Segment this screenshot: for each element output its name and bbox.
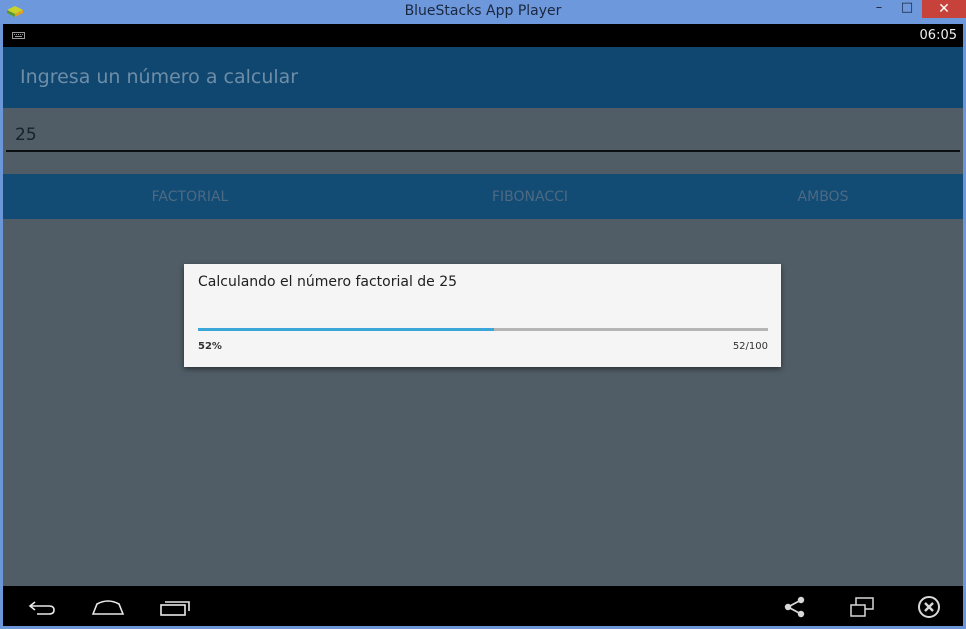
keyboard-icon	[12, 32, 25, 39]
progress-bar-fill	[198, 328, 495, 331]
factorial-button[interactable]: FACTORIAL	[3, 174, 377, 219]
android-nav-bar	[3, 586, 963, 626]
window-title: BlueStacks App Player	[404, 3, 562, 19]
window-titlebar: BlueStacks App Player – □ ✕	[0, 0, 966, 24]
android-status-bar: 06:05	[3, 24, 963, 47]
recent-apps-icon[interactable]	[159, 598, 191, 616]
number-input[interactable]	[6, 120, 960, 152]
progress-count: 52/100	[732, 341, 768, 352]
dialog-message: Calculando el número factorial de 25	[198, 274, 458, 290]
ambos-button[interactable]: AMBOS	[683, 174, 963, 219]
progress-dialog: Calculando el número factorial de 25 52%…	[184, 264, 781, 367]
back-icon[interactable]	[27, 598, 57, 616]
action-buttons-bar: FACTORIAL FIBONACCI AMBOS	[3, 174, 963, 219]
home-icon[interactable]	[91, 598, 125, 616]
fibonacci-button[interactable]: FIBONACCI	[377, 174, 683, 219]
emulator-screen: 06:05 Ingresa un número a calcular FACTO…	[3, 24, 963, 626]
close-window-button[interactable]: ✕	[922, 0, 966, 18]
minimize-button[interactable]: –	[866, 0, 892, 18]
progress-bar	[198, 328, 768, 331]
rotate-screen-icon[interactable]	[849, 596, 875, 618]
close-app-icon[interactable]	[916, 595, 942, 619]
action-bar: Ingresa un número a calcular	[3, 47, 963, 108]
page-title: Ingresa un número a calcular	[20, 66, 299, 88]
maximize-button[interactable]: □	[894, 0, 920, 18]
progress-percent: 52%	[198, 341, 222, 352]
status-clock: 06:05	[919, 28, 957, 43]
share-icon[interactable]	[783, 596, 807, 618]
input-area	[3, 108, 963, 174]
